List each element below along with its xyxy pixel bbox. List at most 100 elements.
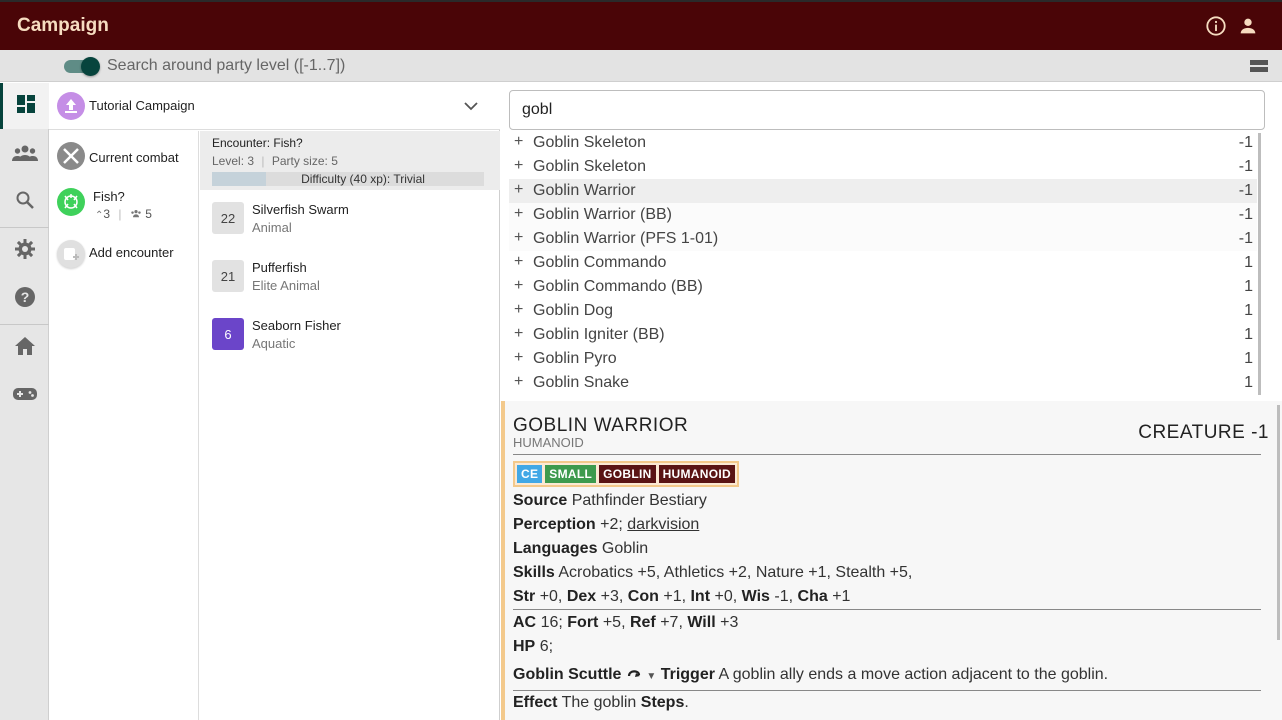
- statblock-divider: [513, 454, 1261, 455]
- hp-line: HP 6;: [513, 638, 554, 655]
- account-icon[interactable]: [1236, 14, 1260, 38]
- ability-value: +0,: [714, 588, 738, 605]
- add-icon[interactable]: +: [514, 157, 523, 175]
- result-level: 1: [1244, 302, 1253, 319]
- result-level: -1: [1238, 158, 1253, 175]
- search-result-row[interactable]: + Goblin Commando (BB) 1: [509, 275, 1257, 299]
- nav-party[interactable]: [0, 132, 49, 178]
- creature-name: Seaborn Fisher: [252, 318, 341, 333]
- statblock-divider: [513, 609, 1261, 610]
- reaction-icon: [626, 667, 642, 686]
- add-icon[interactable]: +: [514, 133, 523, 151]
- nav-dashboard[interactable]: [0, 83, 49, 129]
- current-combat-label: Current combat: [89, 150, 179, 165]
- result-name: Goblin Commando: [533, 254, 667, 271]
- chevron-down-icon[interactable]: [463, 98, 479, 114]
- party-level-toggle[interactable]: [62, 57, 102, 76]
- nav-help[interactable]: ?: [0, 276, 49, 322]
- creature-type: Aquatic: [252, 336, 296, 351]
- result-level: 1: [1244, 254, 1253, 271]
- search-result-row[interactable]: + Goblin Warrior (BB) -1: [509, 203, 1257, 227]
- search-options-bar: Search around party level ([-1..7]): [0, 50, 1282, 82]
- campaign-name: Tutorial Campaign: [89, 98, 195, 113]
- creature-type: Elite Animal: [252, 278, 320, 293]
- result-name: Goblin Skeleton: [533, 158, 646, 175]
- search-results: + Goblin Skeleton -1 + Goblin Skeleton -1 + Gob…: [509, 131, 1257, 395]
- encounter-list: Current combat Fish? ⌃3 | 5 Add encounte…: [49, 131, 199, 720]
- add-icon[interactable]: +: [514, 205, 523, 223]
- difficulty-bar: Difficulty (40 xp): Trivial: [212, 172, 484, 186]
- result-level: -1: [1238, 134, 1253, 151]
- nav-search[interactable]: [0, 179, 49, 225]
- current-combat-item[interactable]: Current combat: [49, 139, 199, 173]
- creature-count-badge[interactable]: 22: [212, 202, 244, 234]
- add-icon[interactable]: +: [514, 181, 523, 199]
- trait-list: CE SMALL GOBLIN HUMANOID: [513, 461, 739, 487]
- result-name: Goblin Pyro: [533, 350, 617, 367]
- expand-dropdown-icon[interactable]: ▼: [646, 671, 656, 682]
- results-scrollbar[interactable]: [1258, 133, 1261, 395]
- perception-line: Perception +2; darkvision: [513, 516, 700, 533]
- ability-label: Str: [513, 588, 536, 605]
- search-result-row[interactable]: + Goblin Pyro 1: [509, 347, 1257, 371]
- add-icon[interactable]: +: [514, 229, 523, 247]
- source-line: Source Pathfinder Bestiary: [513, 492, 707, 509]
- darkvision-link[interactable]: darkvision: [627, 516, 699, 533]
- add-icon[interactable]: +: [514, 373, 523, 391]
- result-level: -1: [1238, 230, 1253, 247]
- add-icon[interactable]: +: [514, 253, 523, 271]
- search-result-row[interactable]: + Goblin Snake 1: [509, 371, 1257, 395]
- ability-scores-line: Str +0, Dex +3, Con +1, Int +0, Wis -1, …: [513, 588, 850, 606]
- search-result-row[interactable]: + Goblin Warrior -1: [509, 179, 1257, 203]
- campaign-icon: [57, 92, 85, 120]
- difficulty-label: Difficulty (40 xp): Trivial: [301, 172, 425, 186]
- encounter-creature-row[interactable]: 21 Pufferfish Elite Animal: [200, 260, 500, 318]
- add-encounter-label: Add encounter: [89, 245, 174, 260]
- side-navigation: ?: [0, 83, 49, 720]
- encounter-detail: Encounter: Fish? Level: 3 | Party size: …: [200, 131, 500, 720]
- nav-home[interactable]: [0, 325, 49, 371]
- add-icon[interactable]: +: [514, 277, 523, 295]
- add-encounter-item[interactable]: Add encounter: [49, 237, 199, 271]
- encounter-item-fish[interactable]: Fish? ⌃3 | 5: [49, 183, 199, 225]
- statblock-divider: [513, 690, 1261, 691]
- add-icon[interactable]: +: [514, 349, 523, 367]
- creature-count-badge[interactable]: 21: [212, 260, 244, 292]
- search-result-row[interactable]: + Goblin Commando 1: [509, 251, 1257, 275]
- search-result-row[interactable]: + Goblin Dog 1: [509, 299, 1257, 323]
- ability-label: Wis: [741, 588, 770, 605]
- result-name: Goblin Commando (BB): [533, 278, 703, 295]
- effect-line: Effect The goblin Steps.: [513, 694, 689, 711]
- nav-games[interactable]: [0, 373, 49, 419]
- campaign-selector[interactable]: Tutorial Campaign: [49, 83, 500, 130]
- result-level: 1: [1244, 278, 1253, 295]
- statblock-name: GOBLIN WARRIOR: [513, 415, 689, 436]
- info-icon[interactable]: [1204, 14, 1228, 38]
- encounter-meta: ⌃3 | 5: [95, 207, 152, 221]
- ability-label: Con: [627, 588, 659, 605]
- add-icon[interactable]: +: [514, 301, 523, 319]
- creature-count-badge[interactable]: 6: [212, 318, 244, 350]
- add-icon[interactable]: +: [514, 325, 523, 343]
- search-result-row[interactable]: + Goblin Skeleton -1: [509, 131, 1257, 155]
- monster-search-input[interactable]: [509, 90, 1265, 130]
- result-name: Goblin Dog: [533, 302, 614, 319]
- encounter-summary: Encounter: Fish? Level: 3 | Party size: …: [200, 131, 500, 190]
- encounter-name: Fish?: [93, 189, 125, 204]
- result-level: -1: [1238, 182, 1253, 199]
- result-name: Goblin Warrior (BB): [533, 206, 672, 223]
- statblock-scrollbar[interactable]: [1277, 405, 1280, 640]
- search-result-row[interactable]: + Goblin Warrior (PFS 1-01) -1: [509, 227, 1257, 251]
- search-result-row[interactable]: + Goblin Igniter (BB) 1: [509, 323, 1257, 347]
- party-icon: [130, 207, 142, 221]
- encounter-creature-row[interactable]: 22 Silverfish Swarm Animal: [200, 202, 500, 260]
- result-level: 1: [1244, 350, 1253, 367]
- ability-value: +0,: [539, 588, 563, 605]
- view-menu-icon[interactable]: [1250, 59, 1268, 73]
- search-result-row[interactable]: + Goblin Skeleton -1: [509, 155, 1257, 179]
- nav-settings[interactable]: [0, 228, 49, 274]
- trait-badge: CE: [517, 465, 543, 483]
- trait-badge: HUMANOID: [658, 465, 735, 483]
- encounter-creature-row[interactable]: 6 Seaborn Fisher Aquatic: [200, 318, 500, 376]
- encounter-stats: Level: 3 | Party size: 5: [212, 154, 338, 168]
